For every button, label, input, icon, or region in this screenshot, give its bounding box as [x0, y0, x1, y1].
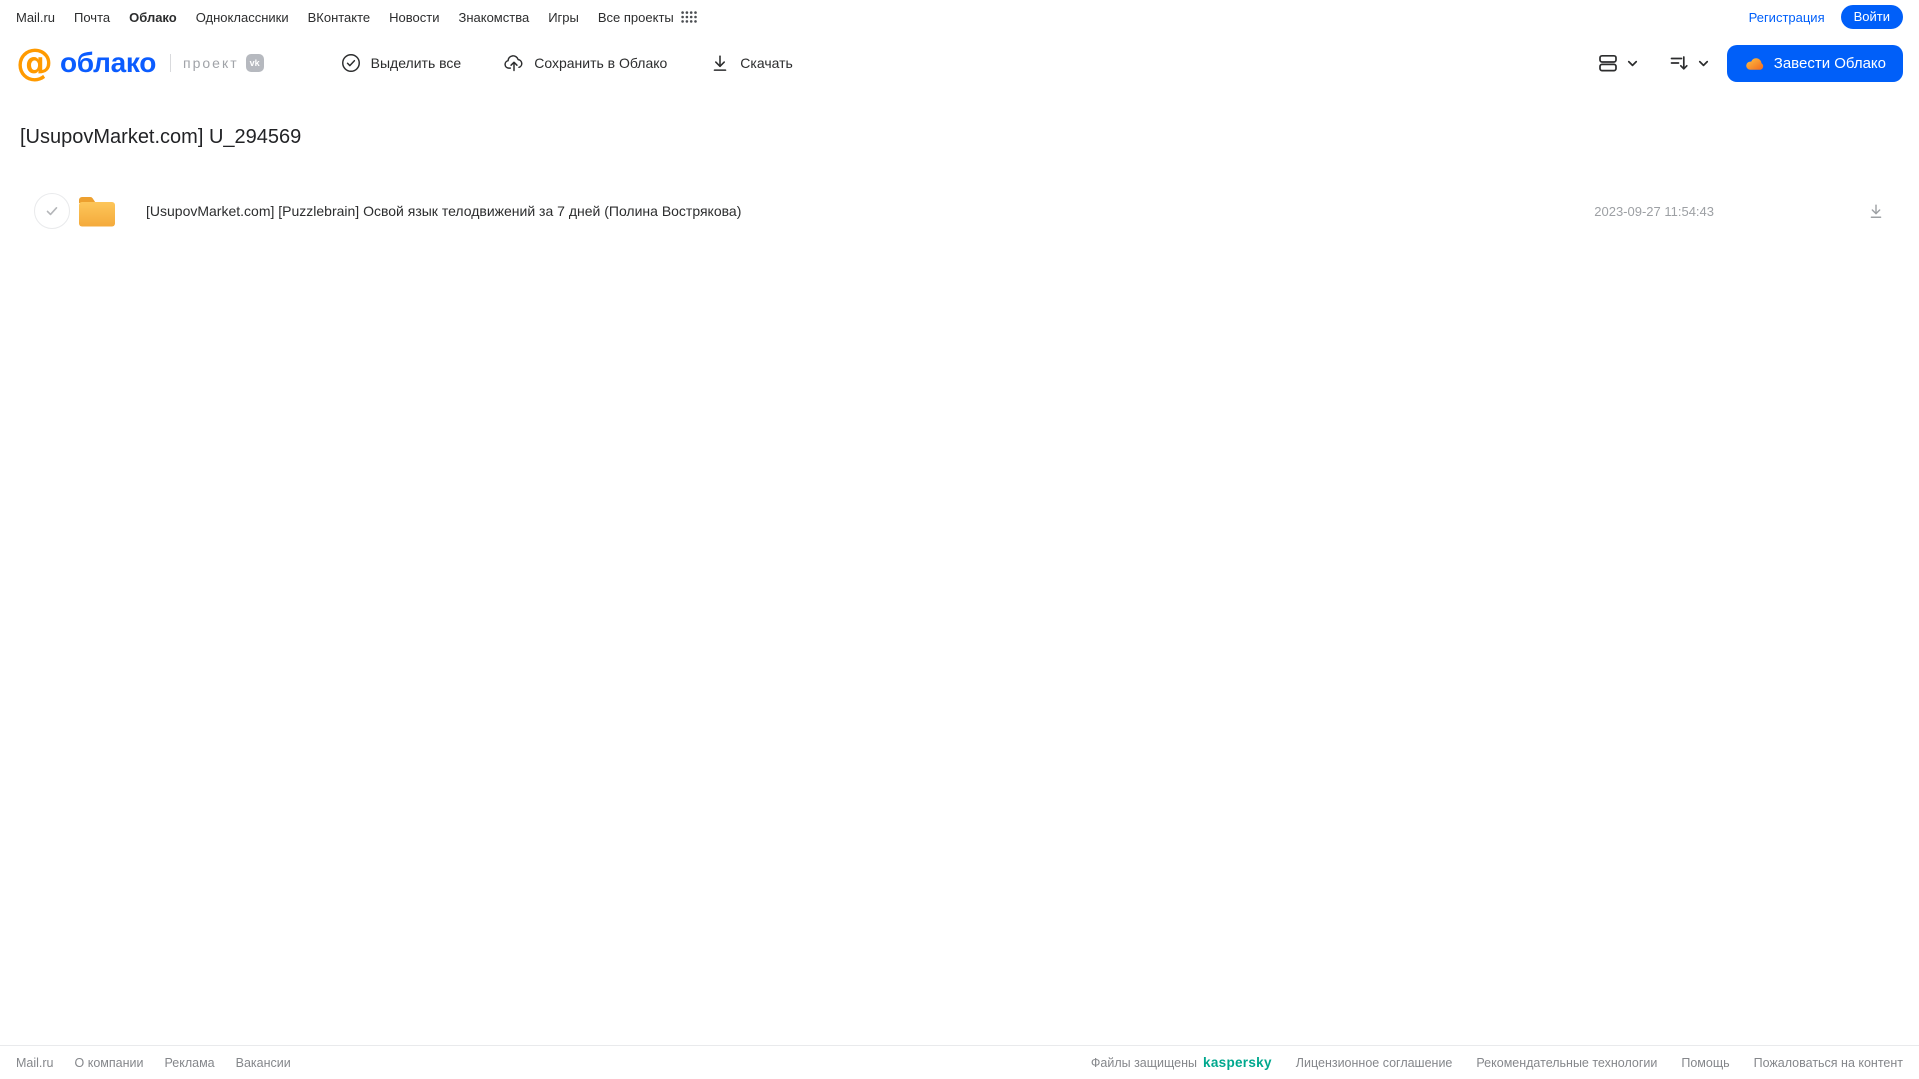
- select-all-button[interactable]: Выделить все: [340, 52, 462, 74]
- portal-nav-links: Mail.ru Почта Облако Одноклассники ВКонт…: [16, 10, 697, 25]
- header-right-controls: Завести Облако: [1596, 44, 1903, 82]
- nav-oblako[interactable]: Облако: [129, 10, 177, 25]
- sort-icon: [1667, 51, 1691, 75]
- nav-pochta[interactable]: Почта: [74, 10, 110, 25]
- nav-vkontakte[interactable]: ВКонтакте: [308, 10, 371, 25]
- download-icon: [1866, 201, 1886, 221]
- portal-navbar: Mail.ru Почта Облако Одноклассники ВКонт…: [0, 0, 1919, 34]
- select-all-label: Выделить все: [370, 55, 462, 71]
- check-icon: [44, 203, 60, 219]
- nav-igry[interactable]: Игры: [548, 10, 579, 25]
- kaspersky-protection: Файлы защищены kaspersky: [1091, 1055, 1272, 1070]
- download-button[interactable]: Скачать: [709, 52, 793, 74]
- cloud-header: @ облако проект vk Выделить все Сохранит…: [0, 34, 1919, 92]
- vk-project-label: проект: [183, 54, 239, 71]
- footer-about-link[interactable]: О компании: [75, 1056, 144, 1070]
- vk-logo-icon: vk: [245, 53, 264, 72]
- download-label: Скачать: [740, 55, 793, 71]
- view-mode-dropdown[interactable]: [1596, 51, 1640, 75]
- shared-folder-view: [UsupovMarket.com] U_294569 [UsupovMarke…: [0, 126, 1919, 233]
- nav-mailru[interactable]: Mail.ru: [16, 10, 55, 25]
- portal-nav-auth: Регистрация Войти: [1749, 5, 1903, 29]
- nav-all-projects[interactable]: Все проекты: [598, 10, 697, 25]
- create-cloud-button[interactable]: Завести Облако: [1726, 44, 1903, 82]
- file-date: 2023-09-27 11:54:43: [1594, 203, 1714, 219]
- create-cloud-label: Завести Облако: [1773, 54, 1886, 72]
- login-button[interactable]: Войти: [1840, 5, 1903, 29]
- footer-license-link[interactable]: Лицензионное соглашение: [1296, 1056, 1453, 1070]
- nav-all-projects-label: Все проекты: [597, 9, 674, 25]
- footer-ads-link[interactable]: Реклама: [164, 1056, 214, 1070]
- chevron-down-icon: [1625, 56, 1640, 71]
- chevron-down-icon: [1696, 56, 1711, 71]
- row-download-button[interactable]: [1866, 201, 1886, 221]
- circle-check-icon: [340, 52, 362, 74]
- page-footer: Mail.ru О компании Реклама Вакансии Файл…: [0, 1045, 1919, 1079]
- cloud-upload-icon: [503, 52, 525, 74]
- save-to-cloud-label: Сохранить в Облако: [534, 55, 668, 71]
- file-row[interactable]: [UsupovMarket.com] [Puzzlebrain] Освой я…: [0, 189, 1919, 233]
- registration-link[interactable]: Регистрация: [1749, 10, 1825, 25]
- action-toolbar: Выделить все Сохранить в Облако Скачать: [340, 52, 793, 74]
- footer-left-links: Mail.ru О компании Реклама Вакансии: [16, 1056, 291, 1070]
- file-name[interactable]: [UsupovMarket.com] [Puzzlebrain] Освой я…: [146, 203, 741, 219]
- page-title: [UsupovMarket.com] U_294569: [20, 126, 302, 148]
- apps-grid-icon: [681, 11, 697, 23]
- rows-view-icon: [1596, 51, 1620, 75]
- footer-jobs-link[interactable]: Вакансии: [236, 1056, 291, 1070]
- sort-dropdown[interactable]: [1667, 51, 1711, 75]
- download-icon: [709, 52, 731, 74]
- protected-label: Файлы защищены: [1090, 1055, 1198, 1070]
- cloud-logo[interactable]: @ облако проект vk: [16, 41, 264, 85]
- kaspersky-logo[interactable]: kaspersky: [1203, 1055, 1272, 1070]
- footer-recommendation-tech-link[interactable]: Рекомендательные технологии: [1476, 1056, 1657, 1070]
- footer-mailru-link[interactable]: Mail.ru: [16, 1056, 54, 1070]
- cloud-icon: [1744, 53, 1765, 74]
- folder-icon[interactable]: [78, 196, 116, 227]
- footer-help-link[interactable]: Помощь: [1681, 1056, 1729, 1070]
- save-to-cloud-button[interactable]: Сохранить в Облако: [503, 52, 667, 74]
- footer-right-links: Файлы защищены kaspersky Лицензионное со…: [1091, 1055, 1903, 1070]
- nav-odnoklassniki[interactable]: Одноклассники: [196, 10, 289, 25]
- mailru-at-icon: @: [16, 41, 53, 85]
- footer-report-content-link[interactable]: Пожаловаться на контент: [1754, 1056, 1903, 1070]
- cloud-logo-text: облако: [60, 46, 157, 78]
- nav-znakomstva[interactable]: Знакомства: [458, 10, 529, 25]
- logo-divider: [170, 53, 172, 72]
- nav-novosti[interactable]: Новости: [389, 10, 439, 25]
- row-checkbox[interactable]: [34, 193, 70, 229]
